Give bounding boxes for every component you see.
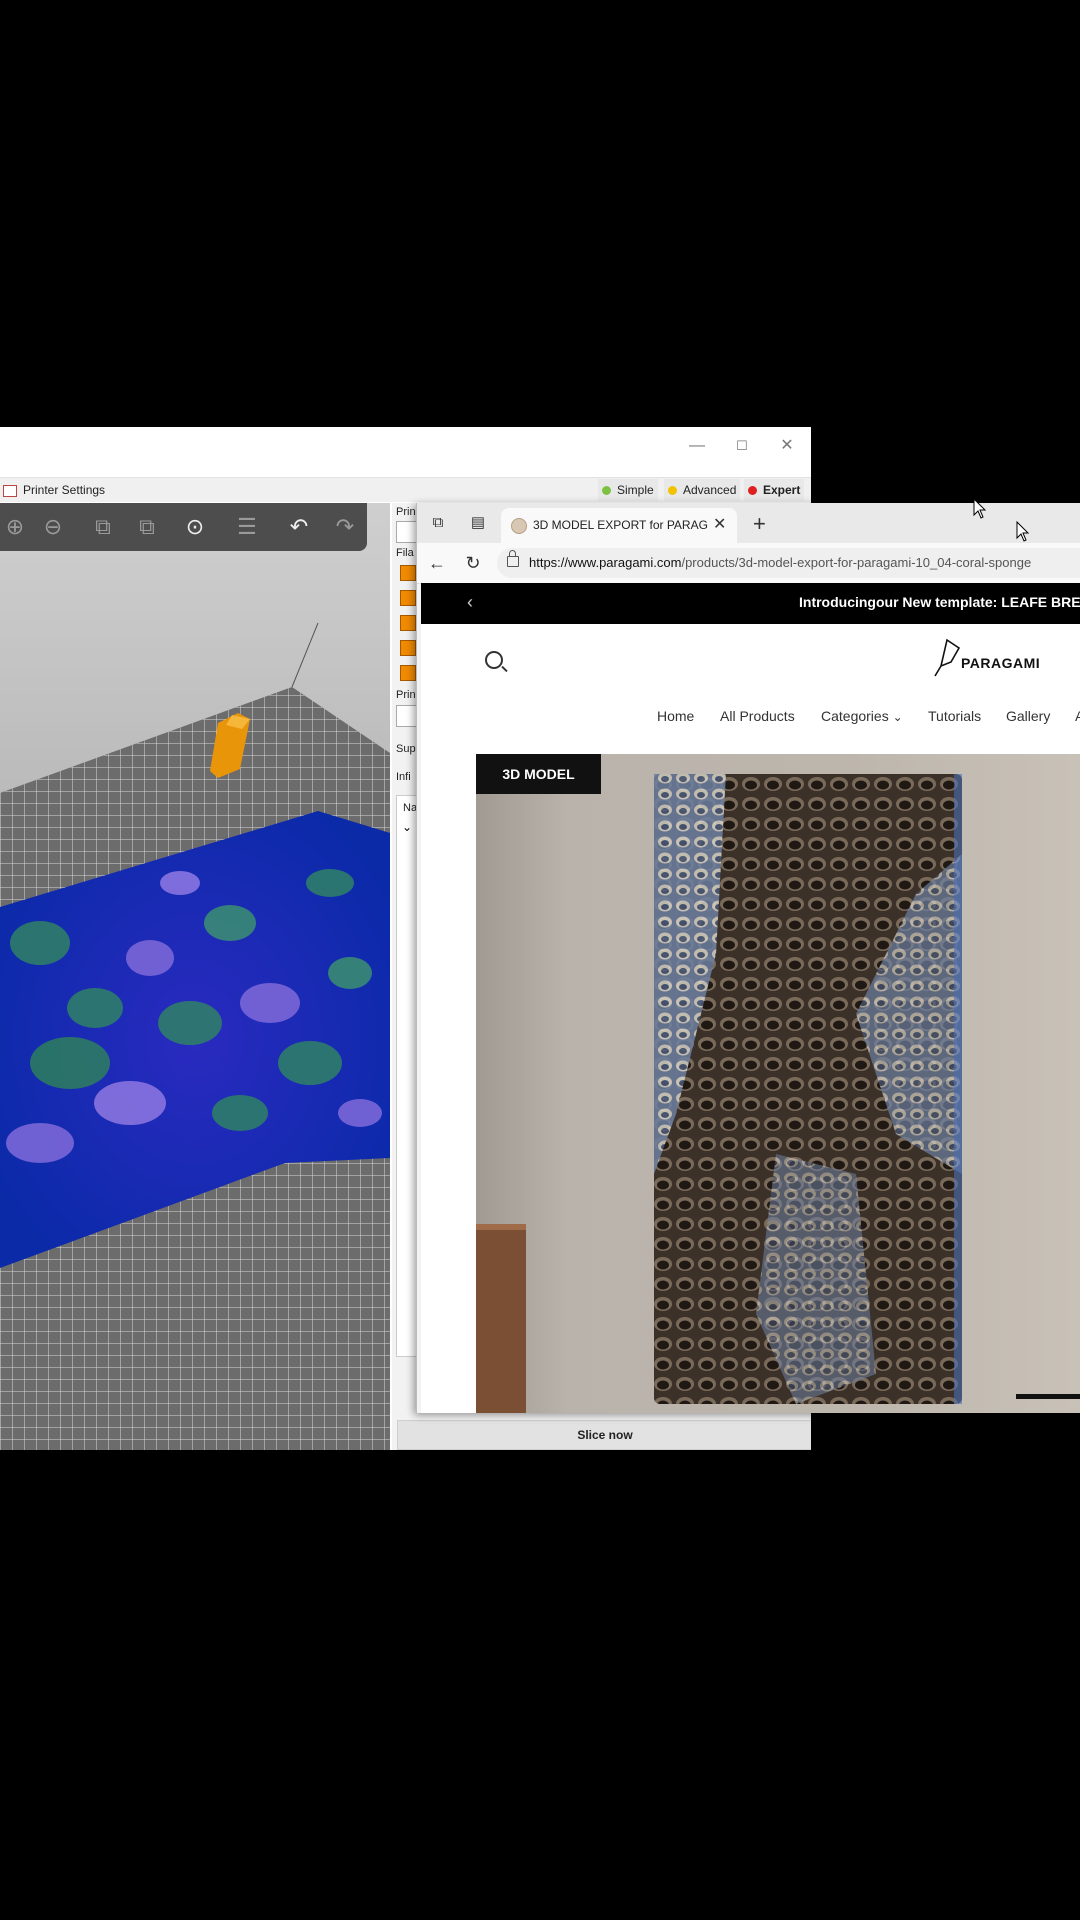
slice-now-button[interactable]: Slice now	[397, 1420, 811, 1450]
copy-icon[interactable]: ⧉	[88, 513, 118, 541]
name-column-header: Na	[403, 802, 418, 814]
address-bar-row: ← ↻ https://www.paragami.com/products/3d…	[417, 543, 1080, 584]
chevron-down-icon: ⌄	[892, 710, 903, 724]
announcement-prev-button[interactable]: ‹	[467, 592, 473, 613]
print-settings-label: Prin	[396, 506, 416, 518]
product-image[interactable]	[476, 754, 1080, 1413]
new-tab-button[interactable]: +	[753, 511, 766, 537]
nav-home[interactable]: Home	[657, 708, 694, 724]
filament-2-swatch[interactable]	[400, 590, 416, 606]
url-text[interactable]: https://www.paragami.com/products/3d-mod…	[529, 555, 1031, 570]
back-arrow-icon[interactable]: ←	[425, 551, 449, 575]
refresh-icon[interactable]: ↻	[461, 551, 485, 575]
filament-5-swatch[interactable]	[400, 665, 416, 681]
mode-expert-label: Expert	[763, 483, 801, 497]
logo-text[interactable]: PARAGAMI	[961, 655, 1040, 671]
minimize-button[interactable]: —	[680, 433, 714, 459]
slicer-titlebar: — ☐ ✕	[0, 427, 811, 467]
print-bed-scene	[0, 622, 390, 1450]
printer-settings-icon	[3, 484, 17, 497]
paragami-favicon-icon	[511, 518, 527, 534]
browser-window: ⧉ ▤ 3D MODEL EXPORT for PARAGAMI ✕ + ← ↻…	[416, 503, 1080, 1413]
simple-dot-icon	[602, 486, 611, 495]
printer-settings-label: Printer Settings	[23, 483, 106, 497]
infill-label: Infi	[396, 771, 411, 783]
undo-icon[interactable]: ↶	[284, 513, 314, 541]
redo-icon[interactable]: ↷	[330, 513, 360, 541]
url-path: /products/3d-model-export-for-paragami-1…	[681, 555, 1032, 570]
mouse-cursor-icon	[973, 498, 987, 519]
close-button[interactable]: ✕	[770, 433, 804, 459]
tab-title: 3D MODEL EXPORT for PARAGAMI	[533, 518, 708, 532]
nav-categories-label: Categories	[821, 708, 889, 724]
search-icon[interactable]: ⊙	[180, 513, 210, 541]
supports-label: Sup	[396, 743, 416, 755]
add-icon[interactable]: ⊕	[0, 513, 30, 541]
mode-expert[interactable]: Expert	[744, 479, 805, 501]
print-preset-dropdown[interactable]	[396, 521, 418, 543]
web-page: ‹ Introducingour New template: LEAFE BRE…	[421, 583, 1080, 1413]
mode-advanced-label: Advanced	[683, 483, 737, 497]
3d-viewport[interactable]: ⊕ ⊖ ⧉ ⧉ ⊙ ☰ ↶ ↷	[0, 503, 390, 1450]
workspaces-icon[interactable]: ⧉	[427, 513, 449, 533]
nav-tutorials[interactable]: Tutorials	[928, 708, 981, 724]
maximize-button[interactable]: ☐	[725, 433, 759, 459]
announcement-bar: ‹ Introducingour New template: LEAFE BRE…	[421, 583, 1080, 624]
address-bar[interactable]: https://www.paragami.com/products/3d-mod…	[497, 548, 1080, 578]
paragami-logo-icon[interactable]	[933, 638, 961, 678]
nav-gallery[interactable]: Gallery	[1006, 708, 1050, 724]
paste-icon[interactable]: ⧉	[132, 513, 162, 541]
coral-sponge-artwork	[476, 774, 1080, 1413]
3d-model-badge: 3D MODEL	[476, 754, 601, 794]
url-domain: https://www.paragami.com	[529, 555, 682, 570]
advanced-dot-icon	[668, 486, 677, 495]
tab-actions-icon[interactable]: ▤	[467, 513, 489, 533]
viewport-toolbar: ⊕ ⊖ ⧉ ⧉ ⊙ ☰ ↶ ↷	[0, 503, 367, 551]
chevron-down-icon[interactable]: ⌄	[402, 820, 412, 834]
delete-icon[interactable]: ⊖	[38, 513, 68, 541]
announcement-text[interactable]: Introducingour New template: LEAFE BREEZ	[799, 594, 1080, 610]
lock-icon[interactable]	[507, 550, 519, 567]
filament-4-swatch[interactable]	[400, 640, 416, 656]
mode-simple[interactable]: Simple	[598, 479, 658, 501]
filament-3-swatch[interactable]	[400, 615, 416, 631]
printer-dropdown[interactable]	[396, 705, 418, 727]
filament-label: Fila	[396, 547, 414, 559]
printer-settings-tab[interactable]: Printer Settings	[0, 478, 113, 502]
mouse-cursor-icon	[1016, 521, 1030, 542]
nav-more[interactable]: A	[1075, 708, 1080, 724]
nav-categories[interactable]: Categories ⌄	[821, 708, 903, 724]
mode-simple-label: Simple	[617, 483, 654, 497]
expert-dot-icon	[748, 486, 757, 495]
tab-active[interactable]: 3D MODEL EXPORT for PARAGAMI ✕	[501, 508, 737, 543]
mode-advanced[interactable]: Advanced	[664, 479, 741, 501]
site-search-icon[interactable]	[485, 651, 503, 669]
printer-label: Prin	[396, 689, 416, 701]
filament-1-swatch[interactable]	[400, 565, 416, 581]
nav-all-products[interactable]: All Products	[720, 708, 795, 724]
layers-icon[interactable]: ☰	[232, 513, 262, 541]
slicer-tabbar: Printer Settings Simple Advanced Expert	[0, 477, 811, 502]
tab-close-icon[interactable]: ✕	[713, 514, 726, 534]
